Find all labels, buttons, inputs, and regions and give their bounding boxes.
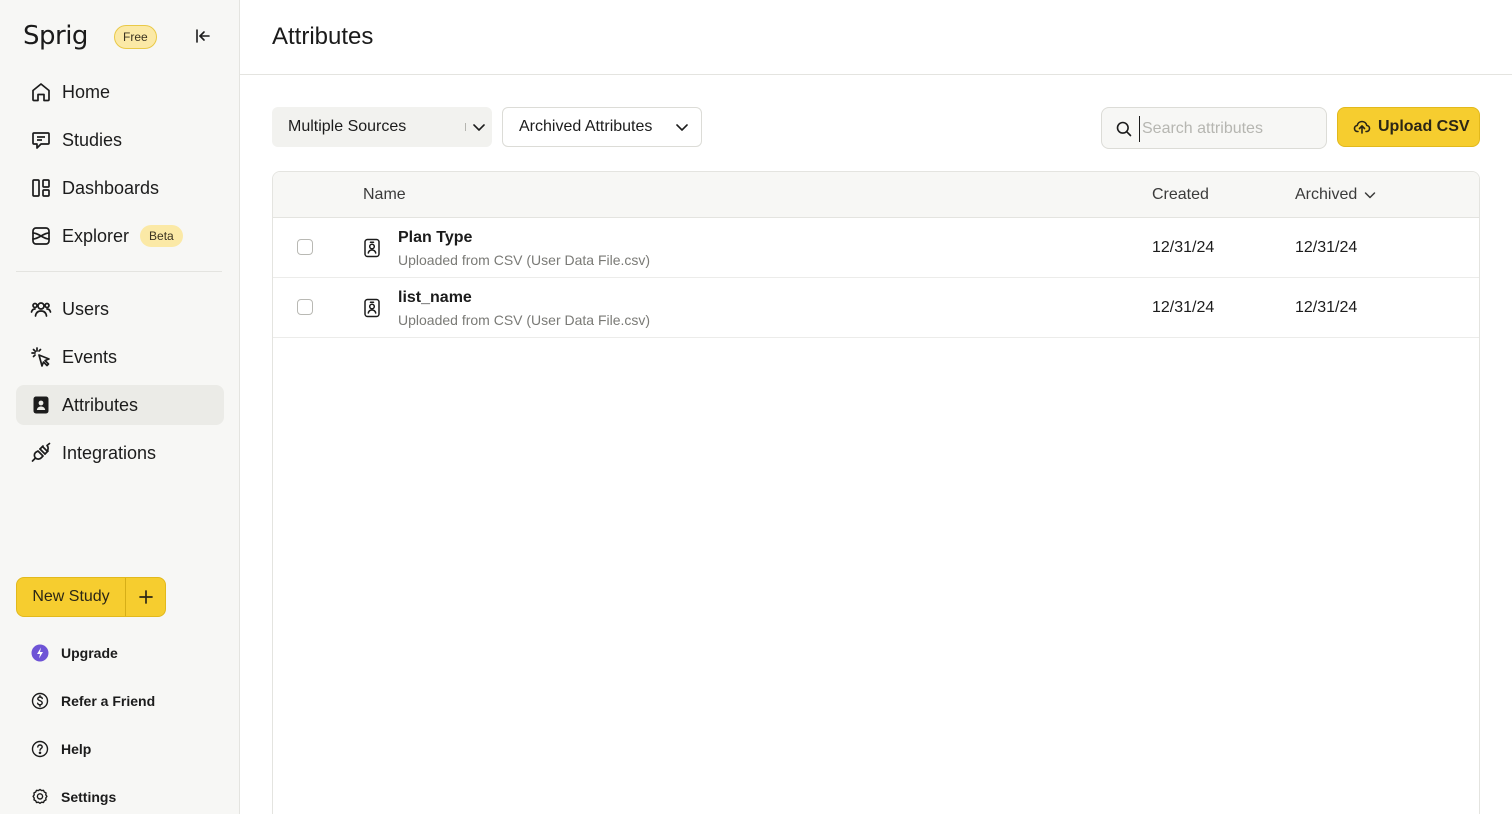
created-date: 12/31/24 — [1152, 299, 1215, 316]
dashboards-icon — [29, 176, 53, 200]
sidebar-item-explorer[interactable]: Explorer Beta — [16, 216, 224, 256]
upload-csv-label: Upload CSV — [1378, 118, 1470, 135]
row-checkbox[interactable] — [297, 239, 313, 255]
help-link[interactable]: Help — [28, 737, 91, 761]
attribute-name[interactable]: Plan Type — [398, 229, 472, 247]
sidebar: Sprig Free Home Studies Dashboards Explo… — [0, 0, 240, 814]
attribute-source: Uploaded from CSV (User Data File.csv) — [398, 312, 651, 328]
settings-link[interactable]: Settings — [28, 785, 116, 809]
chevron-down-icon — [676, 124, 688, 131]
chevron-down-icon — [473, 124, 485, 131]
sidebar-item-label: Attributes — [62, 394, 139, 415]
studies-icon — [29, 128, 53, 152]
column-header-archived-label: Archived — [1295, 186, 1358, 203]
attribute-icon — [364, 298, 380, 318]
attribute-status-value: Archived Attributes — [519, 118, 653, 135]
sort-chevron-down-icon — [1365, 192, 1376, 199]
sidebar-item-home[interactable]: Home — [16, 72, 224, 112]
archived-date: 12/31/24 — [1295, 299, 1358, 316]
settings-label: Settings — [61, 789, 117, 805]
sidebar-item-label: Studies — [62, 129, 123, 150]
search-input[interactable] — [1139, 116, 1319, 142]
page-title: Attributes — [272, 23, 374, 50]
created-date: 12/31/24 — [1152, 239, 1215, 256]
refer-a-friend-link[interactable]: Refer a Friend — [28, 689, 155, 713]
sources-dropdown-value: Multiple Sources — [288, 118, 407, 135]
attribute-source: Uploaded from CSV (User Data File.csv) — [398, 252, 651, 268]
sidebar-item-attributes[interactable]: Attributes — [16, 385, 224, 425]
dropdown-separator — [465, 123, 466, 131]
new-study-add-button[interactable] — [126, 578, 165, 616]
home-icon — [29, 80, 53, 104]
plan-badge: Free — [114, 25, 157, 49]
column-header-name[interactable]: Name — [363, 186, 406, 204]
attributes-icon — [29, 393, 53, 417]
sidebar-item-users[interactable]: Users — [16, 289, 224, 329]
archived-date: 12/31/24 — [1295, 239, 1358, 256]
collapse-icon — [196, 29, 210, 43]
integrations-icon — [29, 441, 53, 465]
sidebar-item-label: Integrations — [62, 442, 157, 463]
new-study-button[interactable]: New Study — [17, 578, 126, 616]
sidebar-divider — [16, 271, 222, 272]
search-icon — [1116, 121, 1132, 137]
search-box — [1101, 107, 1327, 149]
new-study-split-button: New Study — [16, 577, 166, 617]
explorer-icon — [29, 224, 53, 248]
column-header-created[interactable]: Created — [1152, 186, 1209, 204]
beta-badge: Beta — [140, 225, 183, 247]
help-label: Help — [61, 741, 92, 757]
sidebar-item-label: Home — [62, 81, 111, 102]
row-checkbox[interactable] — [297, 299, 313, 315]
settings-icon — [28, 785, 52, 809]
sidebar-item-label: Users — [62, 298, 110, 319]
sidebar-item-dashboards[interactable]: Dashboards — [16, 168, 224, 208]
sidebar-item-label: Dashboards — [62, 177, 160, 198]
attribute-status-dropdown[interactable]: Archived Attributes — [502, 107, 702, 147]
sidebar-item-events[interactable]: Events — [16, 337, 224, 377]
sidebar-item-label: Events — [62, 346, 118, 367]
sprig-logo[interactable]: Sprig — [23, 21, 88, 51]
column-header-archived[interactable]: Archived — [1295, 186, 1377, 204]
users-icon — [29, 297, 53, 321]
help-icon — [28, 737, 52, 761]
upgrade-icon — [28, 641, 52, 665]
attribute-icon — [364, 238, 380, 258]
collapse-sidebar-button[interactable] — [191, 24, 215, 48]
cloud-upload-icon — [1353, 120, 1371, 134]
refer-a-friend-label: Refer a Friend — [61, 693, 156, 709]
attributes-table: Name Created Archived Plan Type Uploaded… — [272, 171, 1480, 814]
upload-csv-button[interactable]: Upload CSV — [1337, 107, 1480, 147]
table-row[interactable]: list_name Uploaded from CSV (User Data F… — [273, 278, 1479, 338]
attribute-name[interactable]: list_name — [398, 289, 472, 307]
dollar-icon — [28, 689, 52, 713]
plus-icon — [138, 590, 153, 604]
events-icon — [29, 345, 53, 369]
sidebar-item-studies[interactable]: Studies — [16, 120, 224, 160]
sidebar-item-integrations[interactable]: Integrations — [16, 433, 224, 473]
sidebar-item-label: Explorer — [62, 225, 130, 246]
sources-dropdown[interactable]: Multiple Sources — [272, 107, 492, 147]
table-header: Name Created Archived — [273, 172, 1479, 218]
brand: Sprig — [23, 20, 88, 52]
page-header: Attributes — [240, 0, 1512, 75]
upgrade-link[interactable]: Upgrade — [28, 641, 118, 665]
table-row[interactable]: Plan Type Uploaded from CSV (User Data F… — [273, 218, 1479, 278]
upgrade-label: Upgrade — [61, 645, 118, 661]
